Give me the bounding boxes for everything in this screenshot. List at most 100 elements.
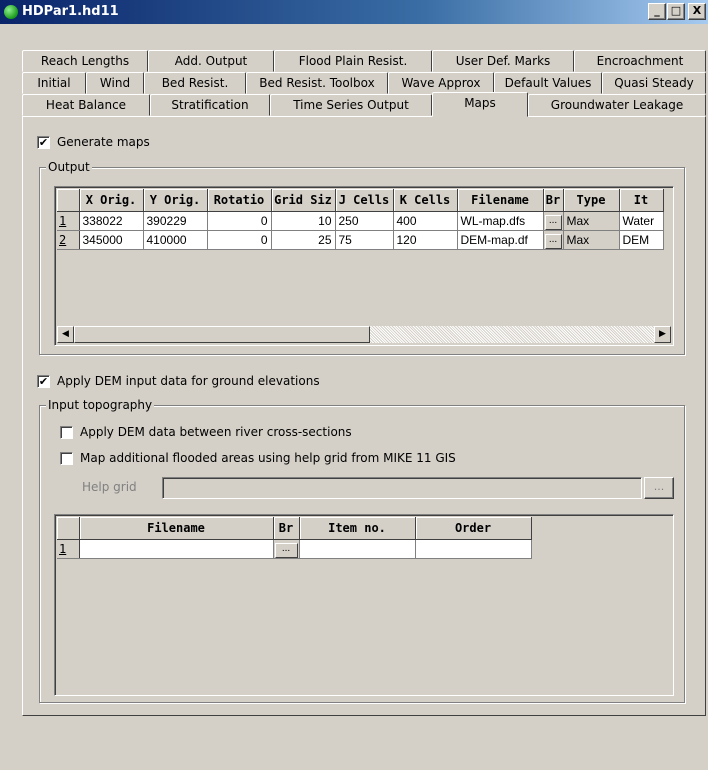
table-row[interactable]: 1 338022 390229 0 10 250 400 WL-map.dfs … (57, 211, 664, 231)
window-title: HDPar1.hd11 (22, 4, 119, 19)
map-flooded-checkbox[interactable] (60, 452, 73, 465)
input-topography-group: Input topography Apply DEM data between … (39, 398, 685, 703)
col-order[interactable]: Order (415, 517, 532, 540)
cell-k-cells[interactable]: 400 (393, 211, 458, 231)
scroll-thumb[interactable] (74, 326, 370, 343)
tab-reach-lengths[interactable]: Reach Lengths (22, 50, 148, 72)
tab-encroachment[interactable]: Encroachment (574, 50, 706, 72)
help-grid-label: Help grid (82, 480, 137, 494)
tab-flood-plain-resist[interactable]: Flood Plain Resist. (274, 50, 432, 72)
tab-add-output[interactable]: Add. Output (148, 50, 274, 72)
tab-bed-resist-toolbox[interactable]: Bed Resist. Toolbox (246, 72, 388, 94)
output-header-row: X Orig. Y Orig. Rotatio Grid Siz J Cells… (57, 189, 664, 212)
cell-grid-size[interactable]: 25 (271, 230, 336, 250)
scroll-track[interactable] (370, 326, 654, 343)
cell-browse: ... (273, 539, 300, 559)
output-group-title: Output (46, 160, 92, 174)
title-bar[interactable]: HDPar1.hd11 _ □ X (0, 0, 708, 24)
cell-filename[interactable] (79, 539, 274, 559)
browse-button[interactable]: ... (274, 542, 298, 557)
col-y-orig[interactable]: Y Orig. (143, 189, 208, 212)
topography-table: Filename Br Item no. Order 1 ... (57, 517, 532, 559)
col-item-no[interactable]: Item no. (299, 517, 416, 540)
cell-k-cells[interactable]: 120 (393, 230, 458, 250)
tab-wind[interactable]: Wind (86, 72, 144, 94)
cell-filename[interactable]: DEM-map.df (457, 230, 544, 250)
col-k-cells[interactable]: K Cells (393, 189, 458, 212)
hd-parameter-window: HDPar1.hd11 _ □ X Reach Lengths Add. Out… (0, 0, 708, 770)
table-row[interactable]: 1 ... (57, 539, 532, 559)
col-x-orig[interactable]: X Orig. (79, 189, 144, 212)
col-type[interactable]: Type (563, 189, 620, 212)
tab-stratification[interactable]: Stratification (150, 94, 270, 116)
tab-bed-resist[interactable]: Bed Resist. (144, 72, 246, 94)
output-group: Output X Orig. Y Orig. Rotatio Grid Siz … (39, 160, 685, 355)
tab-heat-balance[interactable]: Heat Balance (22, 94, 150, 116)
cell-browse: ... (543, 211, 564, 231)
topography-grid: Filename Br Item no. Order 1 ... (54, 514, 674, 696)
maximize-button[interactable]: □ (667, 3, 685, 20)
cell-item[interactable]: DEM (619, 230, 664, 250)
col-grid-size[interactable]: Grid Siz (271, 189, 336, 212)
browse-button[interactable]: ... (544, 233, 562, 248)
apply-dem-between-checkbox[interactable] (60, 426, 73, 439)
horizontal-scrollbar[interactable]: ◀ ▶ (57, 326, 671, 343)
map-flooded-label: Map additional flooded areas using help … (80, 451, 456, 465)
col-browse[interactable]: Br (273, 517, 300, 540)
scroll-left-icon[interactable]: ◀ (57, 326, 74, 343)
help-grid-browse-button[interactable]: ... (644, 477, 674, 499)
cell-rotation[interactable]: 0 (207, 230, 272, 250)
col-j-cells[interactable]: J Cells (335, 189, 394, 212)
col-browse[interactable]: Br (543, 189, 564, 212)
cell-y-orig[interactable]: 410000 (143, 230, 208, 250)
topo-header-row: Filename Br Item no. Order (57, 517, 532, 540)
cell-item-no[interactable] (299, 539, 416, 559)
generate-maps-checkbox[interactable]: ✔ (37, 136, 50, 149)
tab-default-values[interactable]: Default Values (494, 72, 602, 94)
cell-x-orig[interactable]: 345000 (79, 230, 144, 250)
tab-time-series-output[interactable]: Time Series Output (270, 94, 432, 116)
row-number[interactable]: 2 (57, 230, 80, 250)
close-button[interactable]: X (688, 3, 706, 20)
output-grid: X Orig. Y Orig. Rotatio Grid Siz J Cells… (54, 186, 674, 346)
col-filename[interactable]: Filename (457, 189, 544, 212)
apply-dem-between-label: Apply DEM data between river cross-secti… (80, 425, 352, 439)
cell-item[interactable]: Water (619, 211, 664, 231)
row-number[interactable]: 1 (57, 539, 80, 559)
cell-type[interactable]: Max (563, 211, 620, 231)
cell-j-cells[interactable]: 75 (335, 230, 394, 250)
apply-dem-checkbox[interactable]: ✔ (37, 375, 50, 388)
cell-x-orig[interactable]: 338022 (79, 211, 144, 231)
tab-row-3: Heat Balance Stratification Time Series … (0, 92, 708, 117)
output-table: X Orig. Y Orig. Rotatio Grid Siz J Cells… (57, 189, 664, 250)
col-filename[interactable]: Filename (79, 517, 274, 540)
row-number[interactable]: 1 (57, 211, 80, 231)
tab-wave-approx[interactable]: Wave Approx (388, 72, 494, 94)
tab-initial[interactable]: Initial (22, 72, 86, 94)
corner-header (57, 517, 80, 540)
minimize-button[interactable]: _ (648, 3, 666, 20)
tab-row-1: Reach Lengths Add. Output Flood Plain Re… (0, 50, 708, 72)
cell-filename[interactable]: WL-map.dfs (457, 211, 544, 231)
cell-y-orig[interactable]: 390229 (143, 211, 208, 231)
col-rotation[interactable]: Rotatio (207, 189, 272, 212)
browse-button[interactable]: ... (544, 214, 562, 229)
cell-rotation[interactable]: 0 (207, 211, 272, 231)
apply-dem-label: Apply DEM input data for ground elevatio… (57, 374, 320, 388)
cell-order[interactable] (415, 539, 532, 559)
tab-quasi-steady[interactable]: Quasi Steady (602, 72, 706, 94)
tab-groundwater-leakage[interactable]: Groundwater Leakage (528, 94, 706, 116)
scroll-right-icon[interactable]: ▶ (654, 326, 671, 343)
corner-header (57, 189, 80, 212)
input-topography-title: Input topography (46, 398, 155, 412)
cell-browse: ... (543, 230, 564, 250)
col-item[interactable]: It (619, 189, 664, 212)
tab-user-def-marks[interactable]: User Def. Marks (432, 50, 574, 72)
cell-type[interactable]: Max (563, 230, 620, 250)
tab-maps[interactable]: Maps (432, 92, 528, 117)
help-grid-field[interactable] (162, 477, 642, 499)
cell-grid-size[interactable]: 10 (271, 211, 336, 231)
table-row[interactable]: 2 345000 410000 0 25 75 120 DEM-map.df .… (57, 230, 664, 250)
app-icon (4, 5, 18, 19)
cell-j-cells[interactable]: 250 (335, 211, 394, 231)
